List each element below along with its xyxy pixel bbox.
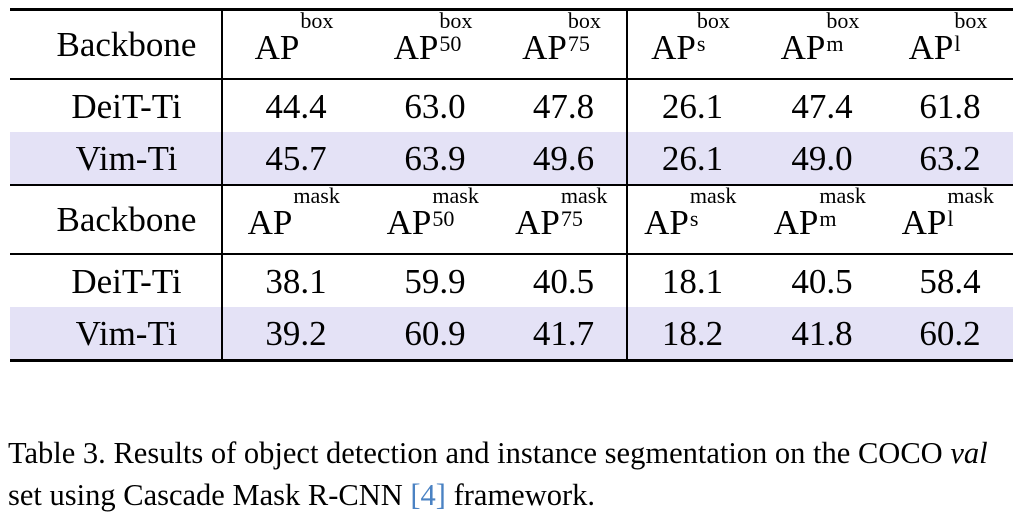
cell-backbone: Vim-Ti bbox=[10, 132, 222, 185]
cell-backbone: DeiT-Ti bbox=[10, 253, 222, 307]
header-ap-box-75: AP box 75 bbox=[501, 8, 627, 79]
header-ap-box-m: AP box m bbox=[757, 8, 887, 79]
cell-value: 40.5 bbox=[757, 253, 887, 307]
header-ap-box: AP box bbox=[221, 8, 369, 79]
table-row: Vim-Ti 45.7 63.9 49.6 26.1 49.0 63.2 bbox=[10, 132, 1013, 185]
cell-backbone: DeiT-Ti bbox=[10, 78, 222, 132]
header-backbone-box: Backbone bbox=[10, 8, 222, 79]
results-table-container: Backbone AP box AP box 50 AP box 75 AP b… bbox=[10, 8, 1013, 362]
table-caption: Table 3. Results of object detection and… bbox=[8, 432, 1016, 516]
cell-value: 61.8 bbox=[887, 78, 1013, 132]
cell-value: 41.7 bbox=[501, 307, 627, 362]
cell-backbone: Vim-Ti bbox=[10, 307, 222, 362]
cell-value: 39.2 bbox=[221, 307, 369, 362]
cell-value: 45.7 bbox=[221, 132, 369, 185]
cell-value: 18.1 bbox=[626, 253, 757, 307]
caption-italic-term: val bbox=[950, 436, 988, 470]
cell-value: 63.0 bbox=[369, 78, 501, 132]
table-row: DeiT-Ti 44.4 63.0 47.8 26.1 47.4 61.8 bbox=[10, 78, 1013, 132]
header-ap-mask-50: AP mask 50 bbox=[369, 184, 501, 254]
header-ap-box-l: AP box l bbox=[887, 8, 1013, 79]
caption-text-3: framework. bbox=[445, 478, 596, 512]
cell-value: 63.9 bbox=[369, 132, 501, 185]
caption-text-1: Results of object detection and instance… bbox=[113, 436, 951, 470]
cell-value: 63.2 bbox=[887, 132, 1013, 185]
header-ap-mask-m: AP mask m bbox=[757, 184, 887, 254]
header-ap-mask: AP mask bbox=[221, 184, 369, 254]
cell-value: 59.9 bbox=[369, 253, 501, 307]
header-row-box: Backbone AP box AP box 50 AP box 75 AP b… bbox=[10, 8, 1013, 79]
caption-label: Table 3. bbox=[8, 436, 114, 470]
cell-value: 47.4 bbox=[757, 78, 887, 132]
table-row: DeiT-Ti 38.1 59.9 40.5 18.1 40.5 58.4 bbox=[10, 253, 1013, 307]
cell-value: 40.5 bbox=[501, 253, 627, 307]
cell-value: 49.0 bbox=[757, 132, 887, 185]
cell-value: 18.2 bbox=[626, 307, 757, 362]
cell-value: 26.1 bbox=[626, 132, 757, 185]
cell-value: 38.1 bbox=[221, 253, 369, 307]
header-ap-mask-75: AP mask 75 bbox=[501, 184, 627, 254]
header-ap-mask-s: AP mask s bbox=[626, 184, 757, 254]
cell-value: 60.9 bbox=[369, 307, 501, 362]
caption-text-2: set using Cascade Mask R-CNN bbox=[8, 478, 411, 512]
caption-citation-link[interactable]: [4] bbox=[410, 478, 446, 512]
header-row-mask: Backbone AP mask AP mask 50 AP mask 75 A… bbox=[10, 184, 1013, 254]
cell-value: 58.4 bbox=[887, 253, 1013, 307]
header-backbone-mask: Backbone bbox=[10, 184, 222, 254]
results-table: Backbone AP box AP box 50 AP box 75 AP b… bbox=[10, 8, 1013, 362]
header-ap-box-s: AP box s bbox=[626, 8, 757, 79]
cell-value: 49.6 bbox=[501, 132, 627, 185]
cell-value: 26.1 bbox=[626, 78, 757, 132]
cell-value: 47.8 bbox=[501, 78, 627, 132]
table-row: Vim-Ti 39.2 60.9 41.7 18.2 41.8 60.2 bbox=[10, 307, 1013, 362]
cell-value: 44.4 bbox=[221, 78, 369, 132]
cell-value: 41.8 bbox=[757, 307, 887, 362]
header-ap-box-50: AP box 50 bbox=[369, 8, 501, 79]
cell-value: 60.2 bbox=[887, 307, 1013, 362]
header-ap-mask-l: AP mask l bbox=[887, 184, 1013, 254]
